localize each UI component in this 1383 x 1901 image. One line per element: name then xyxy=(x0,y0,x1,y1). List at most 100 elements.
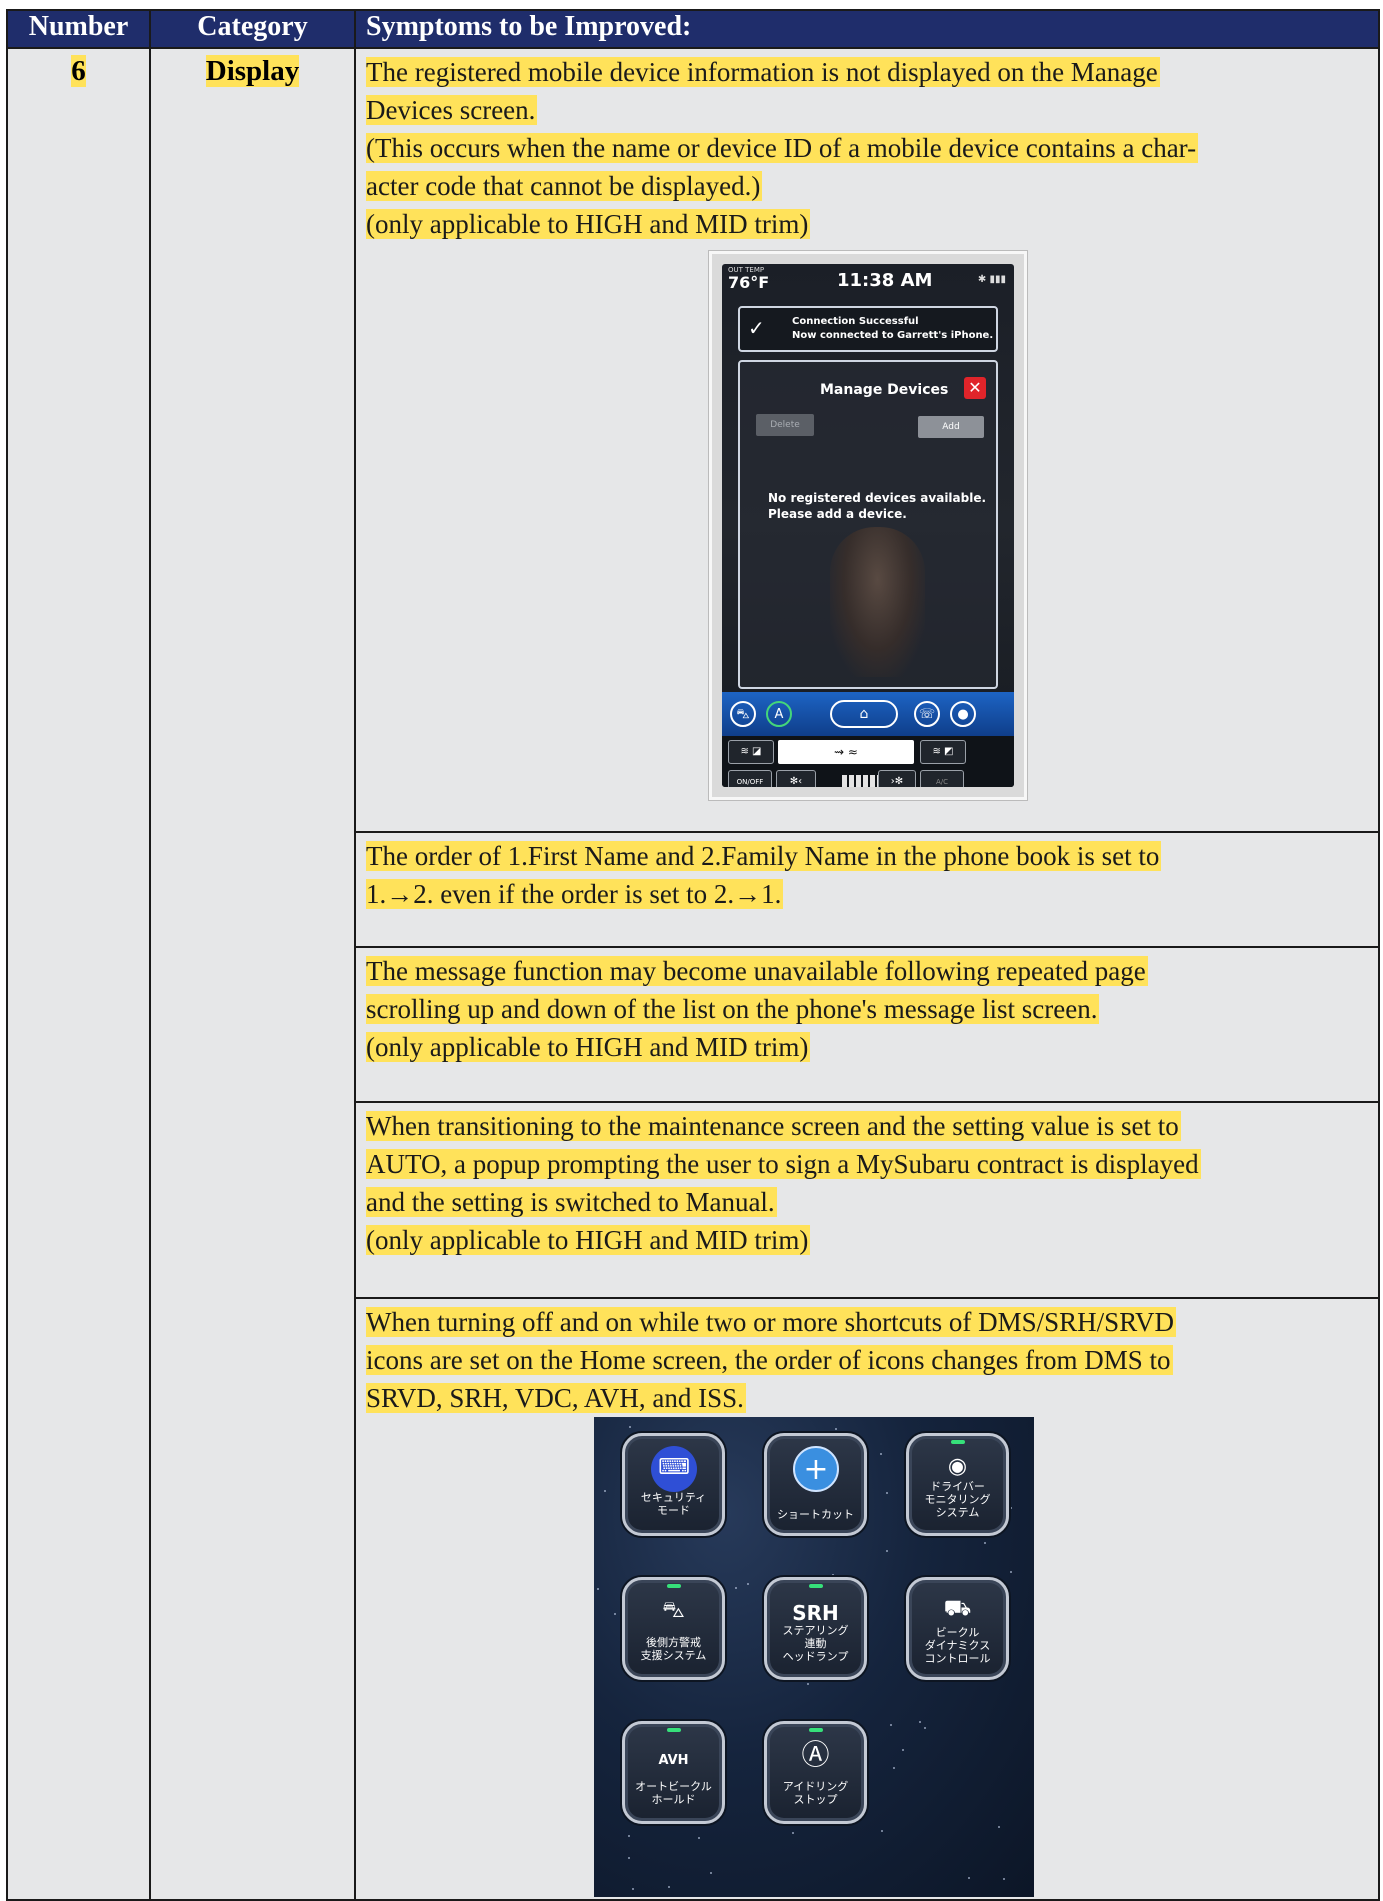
symptom-1-line-1: The registered mobile device information… xyxy=(366,57,1160,87)
category-cell: Display xyxy=(149,47,356,1901)
star-decoration xyxy=(668,1886,670,1888)
status-led-icon xyxy=(951,1440,965,1444)
status-led-icon xyxy=(809,1584,823,1588)
tile-idling-stop[interactable]: Ⓐ アイドリング ストップ xyxy=(764,1721,867,1824)
seat-heat-right-icon[interactable]: ≋ ◩ xyxy=(920,740,966,764)
star-decoration xyxy=(628,1835,630,1837)
header-number: Number xyxy=(6,9,151,49)
star-decoration xyxy=(710,1872,712,1874)
header-category: Category xyxy=(149,9,356,49)
phone-figure: OUT TEMP 76°F 11:38 AM ✱ ▮▮▮ ✓ Connectio… xyxy=(356,243,1378,803)
auto-icon[interactable]: A xyxy=(766,701,792,727)
airflow-icon[interactable]: ⇝ ≈ xyxy=(778,740,914,764)
symptom-1-line-4: acter code that cannot be displayed.) xyxy=(366,171,763,201)
tile-shortcut[interactable]: + ショートカット xyxy=(764,1433,867,1536)
table-header-row: Number Category Symptoms to be Improved: xyxy=(6,9,1380,49)
status-bar: OUT TEMP 76°F 11:38 AM ✱ ▮▮▮ xyxy=(722,264,1014,302)
tile-auto-vehicle-hold[interactable]: AVH オートビークル ホールド xyxy=(622,1721,725,1824)
climate-bar: ≋ ◪ ⇝ ≈ ≋ ◩ ON/OFF ✻‹ ›✻ A/C xyxy=(722,736,1014,787)
symptom-text-3: The message function may become unavaila… xyxy=(356,948,1378,1066)
symptom-cell-1: The registered mobile device information… xyxy=(354,47,1380,833)
star-decoration xyxy=(890,1724,892,1726)
car-icon[interactable]: ⛍ xyxy=(730,701,756,727)
star-decoration xyxy=(886,1492,888,1494)
symptom-text-1: The registered mobile device information… xyxy=(356,49,1378,243)
star-decoration xyxy=(835,1428,837,1430)
no-devices-line-1: No registered devices available. xyxy=(768,491,987,505)
phone-photo: OUT TEMP 76°F 11:38 AM ✱ ▮▮▮ ✓ Connectio… xyxy=(709,251,1027,800)
fan-down-icon[interactable]: ✻‹ xyxy=(776,770,816,787)
star-decoration xyxy=(597,1588,599,1590)
connection-toast: ✓ Connection Successful Now connected to… xyxy=(738,306,998,352)
symptom-cell-3: The message function may become unavaila… xyxy=(354,946,1380,1103)
no-devices-message: No registered devices available. Please … xyxy=(768,490,986,522)
star-decoration xyxy=(604,1490,606,1492)
manage-devices-title: Manage Devices xyxy=(820,382,949,398)
star-decoration xyxy=(807,1683,809,1685)
tile-label: ドライバー モニタリング システム xyxy=(924,1480,991,1519)
tile-vdc[interactable]: ⛟ ビークル ダイナミクス コントロール xyxy=(906,1577,1009,1680)
tile-label: ステアリング 連動 ヘッドランプ xyxy=(782,1624,849,1663)
delete-button[interactable]: Delete xyxy=(756,414,814,436)
temperature: 76°F xyxy=(728,273,770,292)
header-symptoms: Symptoms to be Improved: xyxy=(354,9,1380,49)
star-decoration xyxy=(880,1453,882,1455)
symptom-5-line-1: When turning off and on while two or mor… xyxy=(366,1307,1177,1337)
shortcut-plus-icon: + xyxy=(793,1446,839,1492)
star-decoration xyxy=(1003,1878,1005,1880)
ac-button[interactable]: A/C xyxy=(920,770,964,787)
tile-security-mode[interactable]: ⌨ セキュリティ モード xyxy=(622,1433,725,1536)
rear-warning-icon: ⛍ xyxy=(662,1598,685,1623)
row-category: Display xyxy=(205,55,300,87)
home-icon[interactable]: ⌂ xyxy=(830,700,898,728)
symptom-1-line-3: (This occurs when the name or device ID … xyxy=(366,133,1199,163)
home-shortcuts-screenshot: ⌨ セキュリティ モード + ショートカット ◉ ドライバー モニタリング シス… xyxy=(594,1417,1034,1897)
star-decoration xyxy=(924,1727,926,1729)
security-icon: ⌨ xyxy=(651,1446,697,1492)
star-decoration xyxy=(893,1767,895,1769)
star-decoration xyxy=(747,1583,749,1585)
symptom-text-5: When turning off and on while two or mor… xyxy=(356,1299,1378,1417)
symptom-text-4: When transitioning to the maintenance sc… xyxy=(356,1103,1378,1259)
tile-rear-warning[interactable]: ⛍ 後側方警戒 支援システム xyxy=(622,1577,725,1680)
vdc-off-icon: ⛟ xyxy=(943,1596,972,1621)
on-off-button[interactable]: ON/OFF xyxy=(728,770,772,787)
symptom-5-line-3: SRVD, SRH, VDC, AVH, and ISS. xyxy=(366,1383,746,1413)
avh-icon: AVH xyxy=(658,1753,689,1768)
symptom-4-line-4: (only applicable to HIGH and MID trim) xyxy=(366,1225,811,1255)
tile-label: ショートカット xyxy=(777,1508,854,1521)
document-page: Number Category Symptoms to be Improved:… xyxy=(0,0,1383,1901)
row-number: 6 xyxy=(71,55,86,87)
star-decoration xyxy=(632,1888,634,1890)
add-button[interactable]: Add xyxy=(918,416,984,438)
star-decoration xyxy=(902,1749,904,1751)
phone-icon[interactable]: ☏ xyxy=(914,701,940,727)
symptom-text-2: The order of 1.First Name and 2.Family N… xyxy=(356,833,1378,913)
symptom-cell-4: When transitioning to the maintenance sc… xyxy=(354,1101,1380,1299)
fan-up-icon[interactable]: ›✻ xyxy=(878,770,916,787)
symptom-cell-5: When turning off and on while two or mor… xyxy=(354,1297,1380,1901)
star-decoration xyxy=(735,1587,737,1589)
status-led-icon xyxy=(667,1728,681,1732)
number-cell: 6 xyxy=(6,47,151,1901)
status-led-icon xyxy=(667,1584,681,1588)
user-icon[interactable]: ● xyxy=(950,701,976,727)
manage-devices-screen: OUT TEMP 76°F 11:38 AM ✱ ▮▮▮ ✓ Connectio… xyxy=(722,264,1014,787)
photo-reflection xyxy=(830,527,925,677)
tile-driver-monitoring[interactable]: ◉ ドライバー モニタリング システム xyxy=(906,1433,1009,1536)
symptom-2-line-2: 1.→2. even if the order is set to 2.→1. xyxy=(366,879,784,909)
seat-heat-left-icon[interactable]: ≋ ◪ xyxy=(728,740,774,764)
clock: 11:38 AM xyxy=(837,270,933,291)
symptom-2-line-1: The order of 1.First Name and 2.Family N… xyxy=(366,841,1162,871)
star-decoration xyxy=(886,1550,888,1552)
symptom-3-line-3: (only applicable to HIGH and MID trim) xyxy=(366,1032,811,1062)
close-icon[interactable]: ✕ xyxy=(964,377,986,399)
bottom-nav-bar: ⛍ A ⌂ ☏ ● xyxy=(722,692,1014,736)
star-decoration xyxy=(698,1837,700,1839)
driver-monitor-icon: ◉ xyxy=(947,1454,968,1479)
signal-icon: ✱ ▮▮▮ xyxy=(977,274,1006,285)
tile-srh[interactable]: SRH ステアリング 連動 ヘッドランプ xyxy=(764,1577,867,1680)
check-icon: ✓ xyxy=(748,316,765,340)
tile-label: セキュリティ モード xyxy=(640,1491,707,1517)
star-decoration xyxy=(628,1857,630,1859)
